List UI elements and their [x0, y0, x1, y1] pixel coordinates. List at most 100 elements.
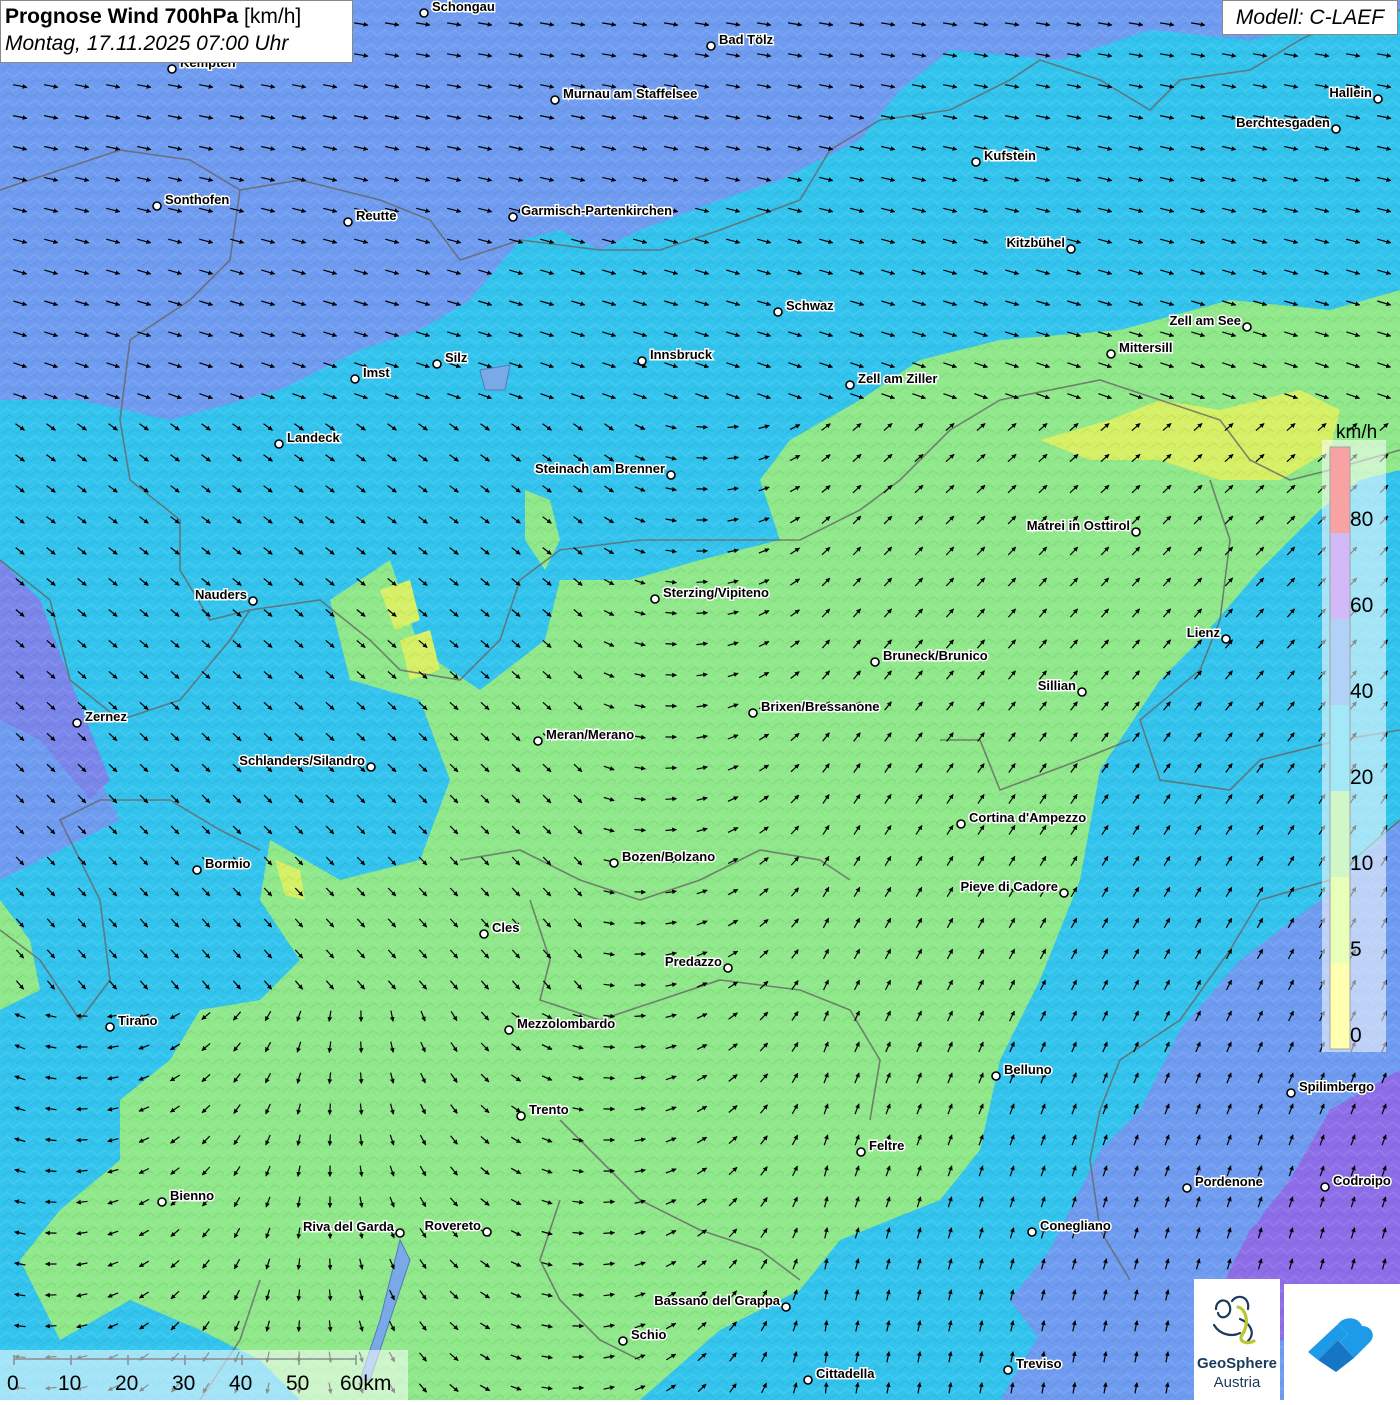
city-dot	[782, 1303, 790, 1311]
wind-arrow	[330, 1104, 331, 1115]
city-label: Silz	[445, 350, 468, 365]
app-logo	[1284, 1284, 1400, 1400]
city-dot	[73, 719, 81, 727]
city-dot	[651, 595, 659, 603]
city-dot	[275, 440, 283, 448]
city-dot	[505, 1026, 513, 1034]
city-label: Belluno	[1004, 1062, 1052, 1077]
city-dot	[774, 308, 782, 316]
city-label: Sillian	[1038, 678, 1076, 693]
city-label: Codroipo	[1333, 1173, 1391, 1188]
wind-arrow	[697, 427, 708, 428]
city-label: Brixen/Bressanone	[761, 699, 880, 714]
city-dot	[619, 1337, 627, 1345]
wind-arrow	[666, 799, 677, 800]
wind-arrow	[361, 1073, 362, 1084]
city-dot	[480, 930, 488, 938]
city-label: Bienno	[170, 1188, 214, 1203]
city-dot	[351, 375, 359, 383]
city-label: Zell am See	[1169, 313, 1241, 328]
city-label: Bassano del Grappa	[654, 1293, 780, 1308]
city-label: Cles	[492, 920, 519, 935]
map-title: Prognose Wind 700hPa [km/h]	[5, 4, 348, 30]
model-label: Modell: C-LAEF	[1222, 0, 1398, 35]
city-label: Mittersill	[1119, 340, 1172, 355]
city-dot	[551, 96, 559, 104]
city-dot	[610, 859, 618, 867]
city-label: Bormio	[205, 856, 251, 871]
city-label: Rovereto	[425, 1218, 481, 1233]
city-dot	[1222, 635, 1230, 643]
city-label: Treviso	[1016, 1356, 1062, 1371]
legend-tick-60: 60	[1350, 594, 1373, 618]
city-dot	[1132, 528, 1140, 536]
city-dot	[1078, 688, 1086, 696]
city-dot	[846, 381, 854, 389]
city-dot	[534, 737, 542, 745]
city-dot	[724, 964, 732, 972]
city-dot	[509, 213, 517, 221]
city-label: Kitzbühel	[1007, 235, 1066, 250]
legend-tick-10: 10	[1350, 852, 1373, 876]
city-dot	[1183, 1184, 1191, 1192]
city-label: Nauders	[195, 587, 247, 602]
city-dot	[1332, 125, 1340, 133]
legend-tick-0: 0	[1350, 1024, 1362, 1048]
city-label: Mezzolombardo	[517, 1016, 615, 1031]
city-dot	[1321, 1183, 1329, 1191]
city-label: Sonthofen	[165, 192, 229, 207]
wind-arrow	[330, 1135, 331, 1146]
city-label: Matrei in Osttirol	[1027, 518, 1130, 533]
city-dot	[992, 1072, 1000, 1080]
city-dot	[517, 1112, 525, 1120]
wind-arrow	[77, 1109, 88, 1110]
city-label: Bruneck/Brunico	[883, 648, 988, 663]
logo-name: GeoSphere	[1194, 1355, 1280, 1372]
title-unit: [km/h]	[244, 5, 301, 28]
city-label: Trento	[529, 1102, 569, 1117]
city-dot	[249, 597, 257, 605]
wind-arrow	[697, 613, 708, 614]
city-label: Feltre	[869, 1138, 904, 1153]
city-dot	[1287, 1089, 1295, 1097]
wind-arrow	[635, 1016, 646, 1017]
city-dot	[168, 65, 176, 73]
city-label: Schongau	[432, 0, 495, 14]
scale-tick-10: 10	[58, 1372, 81, 1396]
city-label: Sterzing/Vipiteno	[663, 585, 769, 600]
city-label: Spilimbergo	[1299, 1079, 1374, 1094]
wind-arrow	[697, 458, 708, 459]
wind-arrow	[573, 1264, 584, 1265]
city-label: Steinach am Brenner	[535, 461, 665, 476]
title-box: Prognose Wind 700hPa [km/h] Montag, 17.1…	[0, 0, 353, 63]
city-label: Bozen/Bolzano	[622, 849, 715, 864]
city-dot	[433, 360, 441, 368]
city-dot	[420, 9, 428, 17]
city-dot	[1243, 323, 1251, 331]
city-label: Conegliano	[1040, 1218, 1111, 1233]
city-dot	[193, 866, 201, 874]
scale-tick-60km: 60km	[340, 1372, 391, 1396]
city-dot	[106, 1023, 114, 1031]
city-dot	[972, 158, 980, 166]
city-label: Imst	[363, 365, 390, 380]
city-dot	[367, 763, 375, 771]
city-label: Cortina d'Ampezzo	[969, 810, 1086, 825]
legend-tick-20: 20	[1350, 766, 1373, 790]
legend-unit: km/h	[1336, 422, 1377, 444]
city-dot	[957, 820, 965, 828]
city-dot	[396, 1229, 404, 1237]
city-dot	[1004, 1366, 1012, 1374]
cloud-chevron-icon	[1284, 1284, 1400, 1400]
forecast-datetime: Montag, 17.11.2025 07:00 Uhr	[5, 30, 348, 58]
city-label: Reutte	[356, 208, 396, 223]
legend-tick-40: 40	[1350, 680, 1373, 704]
city-label: Pieve di Cadore	[960, 879, 1058, 894]
wind-arrow	[77, 1140, 88, 1141]
city-label: Meran/Merano	[546, 727, 634, 742]
city-label: Garmisch-Partenkirchen	[521, 203, 672, 218]
city-label: Tirano	[118, 1013, 158, 1028]
city-dot	[1374, 95, 1382, 103]
city-dot	[483, 1228, 491, 1236]
legend-tick-80: 80	[1350, 508, 1373, 532]
